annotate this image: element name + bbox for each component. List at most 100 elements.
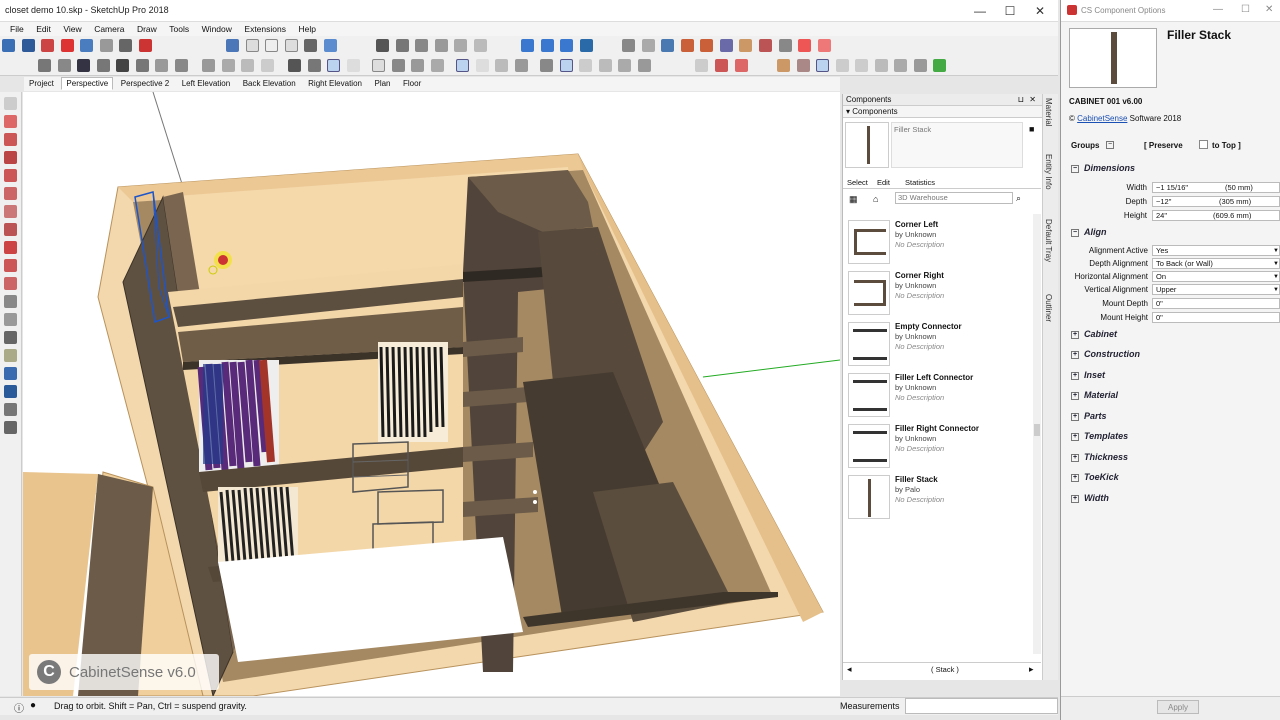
scale-icon[interactable] (560, 39, 574, 52)
close-button[interactable]: ✕ (1025, 2, 1055, 20)
right-view-icon[interactable] (284, 39, 298, 52)
section-align[interactable]: − Align (1071, 227, 1107, 237)
tape-icon[interactable] (641, 39, 655, 52)
details-icon[interactable]: ■ (1029, 124, 1034, 134)
menu-edit[interactable]: Edit (36, 22, 51, 36)
cut-icon[interactable] (41, 39, 55, 52)
shaded-icon[interactable] (434, 39, 448, 52)
vertical-alignment-select[interactable]: Upper ▼ (1152, 284, 1280, 295)
3d-viewport[interactable]: C CabinetSense v6.0 (23, 92, 840, 696)
section-icon[interactable] (202, 59, 216, 72)
pan-tool-icon[interactable] (4, 367, 17, 380)
component-icon[interactable] (57, 59, 71, 72)
line-icon[interactable] (116, 59, 130, 72)
maximize-button[interactable]: ☐ (995, 2, 1025, 20)
cabinetsense-link[interactable]: CabinetSense (1077, 114, 1127, 123)
list-item[interactable]: Corner Left by Unknown No Description (848, 220, 1028, 266)
cs-2-6-icon[interactable] (816, 59, 830, 72)
delete-icon[interactable] (60, 39, 74, 52)
section-cabinet[interactable]: + Cabinet (1071, 329, 1117, 339)
walk-tool-icon[interactable] (4, 403, 17, 416)
arc-icon[interactable] (135, 59, 149, 72)
groups-toggle-icon[interactable]: − (1106, 141, 1114, 149)
hidden-line-icon[interactable] (415, 39, 429, 52)
tab-statistics[interactable]: Statistics (905, 178, 935, 187)
paint-icon[interactable] (77, 59, 91, 72)
list-item[interactable]: Corner Right by Unknown No Description (848, 271, 1028, 317)
model-info-icon[interactable] (138, 39, 152, 52)
cs-tool-8-icon[interactable] (817, 39, 831, 52)
list-item[interactable]: Filler Stack by Palo No Description (848, 475, 1028, 521)
orbit-tool-icon[interactable] (4, 349, 17, 362)
cs-2-8-icon[interactable] (855, 59, 869, 72)
width-field[interactable]: ~1 15/16" (50 mm) (1152, 182, 1280, 193)
tape-tool-icon[interactable] (4, 295, 17, 308)
user-icon[interactable]: ● (30, 700, 36, 711)
mount-height-field[interactable]: 0" (1152, 312, 1280, 323)
cs-2-4-icon[interactable] (777, 59, 791, 72)
side-tab-material[interactable]: Material (1044, 98, 1053, 126)
redo-icon[interactable] (99, 39, 113, 52)
style-1-icon[interactable] (456, 59, 470, 72)
menu-draw[interactable]: Draw (137, 22, 157, 36)
left-view-icon[interactable] (323, 39, 337, 52)
save-icon[interactable] (21, 39, 35, 52)
menu-view[interactable]: View (63, 22, 81, 36)
look-tool-icon[interactable] (4, 421, 17, 434)
polygon-tool-icon[interactable] (4, 205, 17, 218)
shape-icon[interactable] (155, 59, 169, 72)
menu-help[interactable]: Help (299, 22, 316, 36)
layers-icon[interactable] (307, 59, 321, 72)
move-tool-icon[interactable] (4, 241, 17, 254)
grid-icon[interactable] (288, 59, 302, 72)
paint-tool-icon[interactable] (4, 133, 17, 146)
forward-arrow-icon[interactable]: ▸ (1029, 664, 1034, 675)
section-thickness[interactable]: + Thickness (1071, 452, 1128, 462)
orbit-icon[interactable] (579, 39, 593, 52)
view-5-icon[interactable] (618, 59, 632, 72)
axes-icon[interactable] (241, 59, 255, 72)
menu-extensions[interactable]: Extensions (244, 22, 286, 36)
cs-tool-2-icon[interactable] (700, 39, 714, 52)
select-icon[interactable] (38, 59, 51, 72)
back-view-icon[interactable] (304, 39, 318, 52)
options-maximize-button[interactable]: ☐ (1241, 4, 1250, 15)
tab-back-elevation[interactable]: Back Elevation (238, 77, 301, 90)
tab-perspective-2[interactable]: Perspective 2 (116, 77, 174, 90)
list-item[interactable]: Filler Left Connector by Unknown No Desc… (848, 373, 1028, 419)
back-arrow-icon[interactable]: ◂ (847, 664, 852, 675)
tab-plan[interactable]: Plan (369, 77, 395, 90)
close-panel-icon[interactable]: ✕ (1029, 94, 1036, 106)
guide-icon[interactable] (260, 59, 274, 72)
menu-tools[interactable]: Tools (169, 22, 189, 36)
push-pull-icon[interactable] (174, 59, 188, 72)
section-material[interactable]: + Material (1071, 390, 1118, 400)
front-view-icon[interactable] (265, 39, 279, 52)
view-4-icon[interactable] (598, 59, 612, 72)
options-minimize-button[interactable]: — (1213, 4, 1223, 15)
dimension-icon[interactable] (661, 39, 675, 52)
monochrome-icon[interactable] (473, 39, 487, 52)
eraser-icon[interactable] (96, 59, 110, 72)
section-inset[interactable]: + Inset (1071, 370, 1105, 380)
iso-view-icon[interactable] (226, 39, 240, 52)
info-icon[interactable]: ⓘ (14, 700, 24, 715)
top-view-icon[interactable] (245, 39, 259, 52)
eraser-tool-icon[interactable] (4, 115, 17, 128)
tab-project[interactable]: Project (24, 77, 59, 90)
cs-2-3-icon[interactable] (734, 59, 748, 72)
tab-edit[interactable]: Edit (877, 178, 890, 187)
print-icon[interactable] (119, 39, 133, 52)
cs-tool-3-icon[interactable] (719, 39, 733, 52)
view-3-icon[interactable] (579, 59, 593, 72)
apply-button[interactable]: Apply (1157, 700, 1199, 714)
search-input[interactable]: 3D Warehouse (895, 192, 1013, 204)
cs-2-5-icon[interactable] (796, 59, 810, 72)
xray-icon[interactable] (376, 39, 390, 52)
move-icon[interactable] (521, 39, 535, 52)
rectangle-tool-icon[interactable] (4, 169, 17, 182)
cs-tool-4-icon[interactable] (739, 39, 753, 52)
minimize-button[interactable]: — (965, 2, 995, 20)
wireframe-icon[interactable] (395, 39, 409, 52)
open-icon[interactable] (2, 39, 15, 52)
